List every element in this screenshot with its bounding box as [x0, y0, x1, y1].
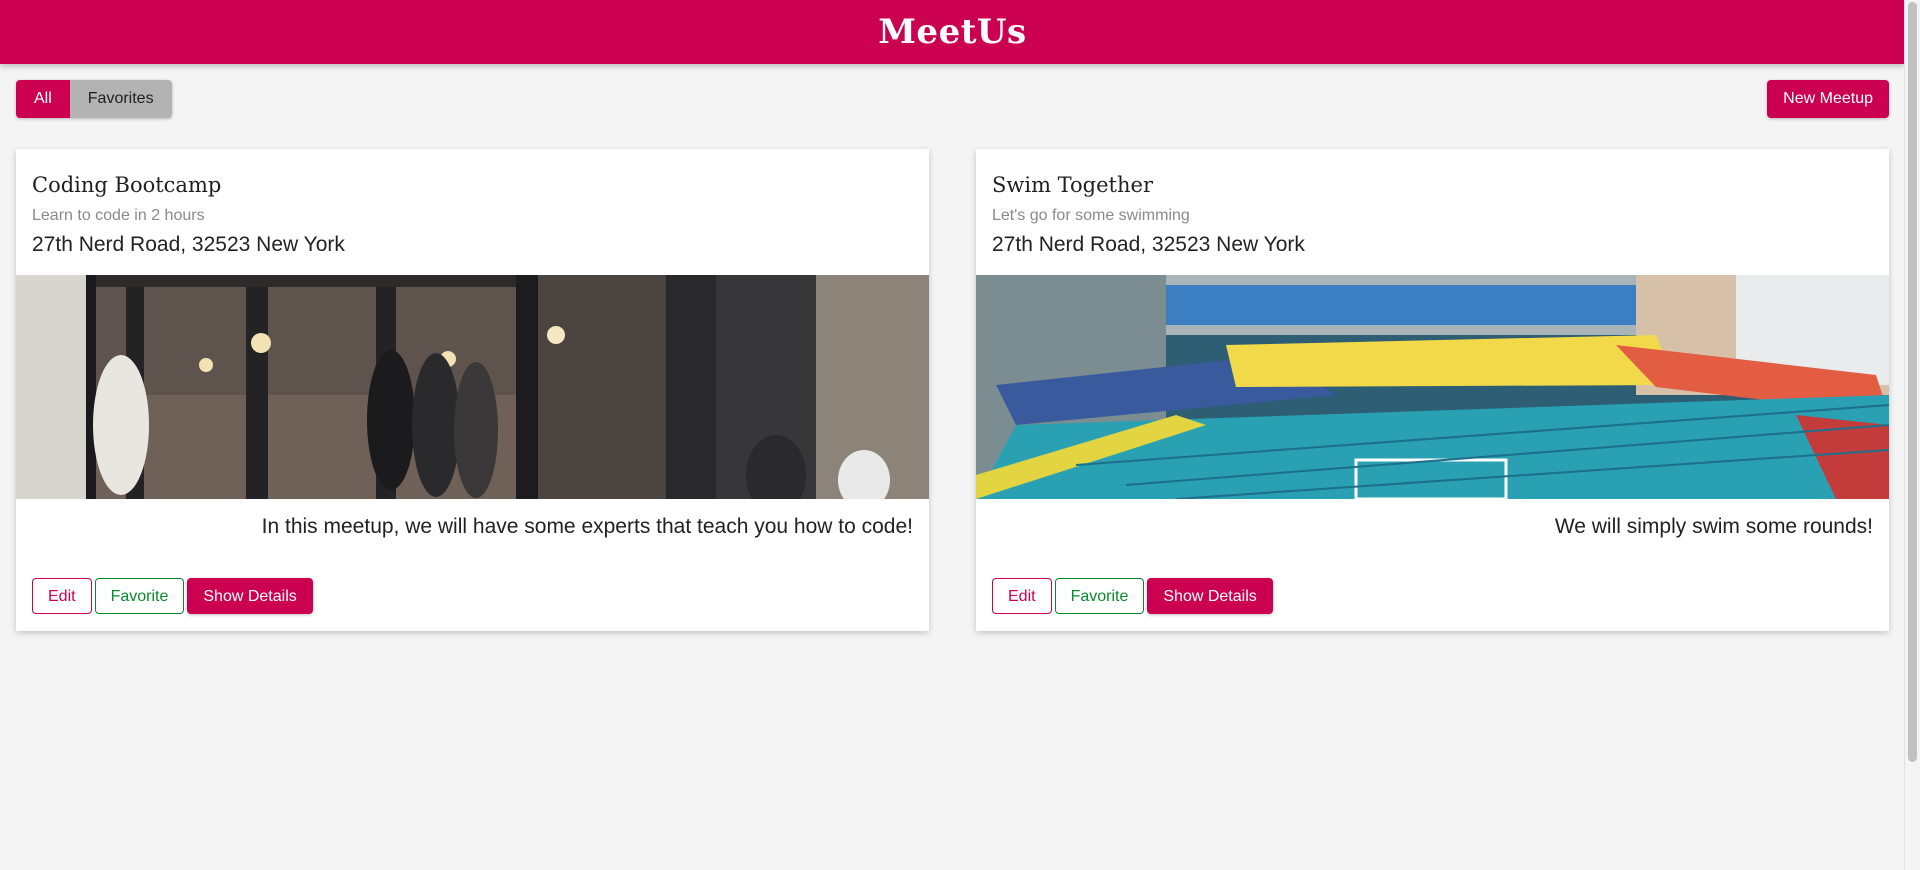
meetup-image [976, 275, 1889, 499]
show-details-button[interactable]: Show Details [187, 578, 313, 614]
meetup-address: 27th Nerd Road, 32523 New York [32, 233, 345, 256]
favorite-button[interactable]: Favorite [1054, 578, 1145, 614]
filter-favorites-button[interactable]: Favorites [69, 80, 172, 118]
meetup-card: Coding Bootcamp Learn to code in 2 hours… [16, 149, 929, 631]
toolbar: All Favorites New Meetup [16, 80, 1889, 118]
page-scrollbar[interactable] [1904, 0, 1920, 870]
scrollbar-thumb[interactable] [1908, 2, 1917, 762]
meetup-image [16, 275, 929, 499]
new-meetup-button[interactable]: New Meetup [1767, 80, 1889, 118]
filter-all-button[interactable]: All [16, 80, 70, 118]
meetup-actions: Edit Favorite Show Details [32, 578, 313, 614]
meetup-card: Swim Together Let's go for some swimming… [976, 149, 1889, 631]
filter-toggle-group: All Favorites [16, 80, 172, 118]
app-title: MeetUs [878, 12, 1027, 52]
show-details-button[interactable]: Show Details [1147, 578, 1273, 614]
meetup-title: Swim Together [992, 173, 1153, 197]
edit-button[interactable]: Edit [32, 578, 92, 614]
meetup-description: In this meetup, we will have some expert… [261, 515, 913, 538]
meetup-title: Coding Bootcamp [32, 173, 222, 197]
meetup-subtitle: Learn to code in 2 hours [32, 207, 205, 224]
edit-button[interactable]: Edit [992, 578, 1052, 614]
meetup-address: 27th Nerd Road, 32523 New York [992, 233, 1305, 256]
meetup-subtitle: Let's go for some swimming [992, 207, 1190, 224]
app-header: MeetUs [0, 0, 1905, 64]
meetup-description: We will simply swim some rounds! [1554, 515, 1873, 538]
favorite-button[interactable]: Favorite [94, 578, 185, 614]
meetup-actions: Edit Favorite Show Details [992, 578, 1273, 614]
